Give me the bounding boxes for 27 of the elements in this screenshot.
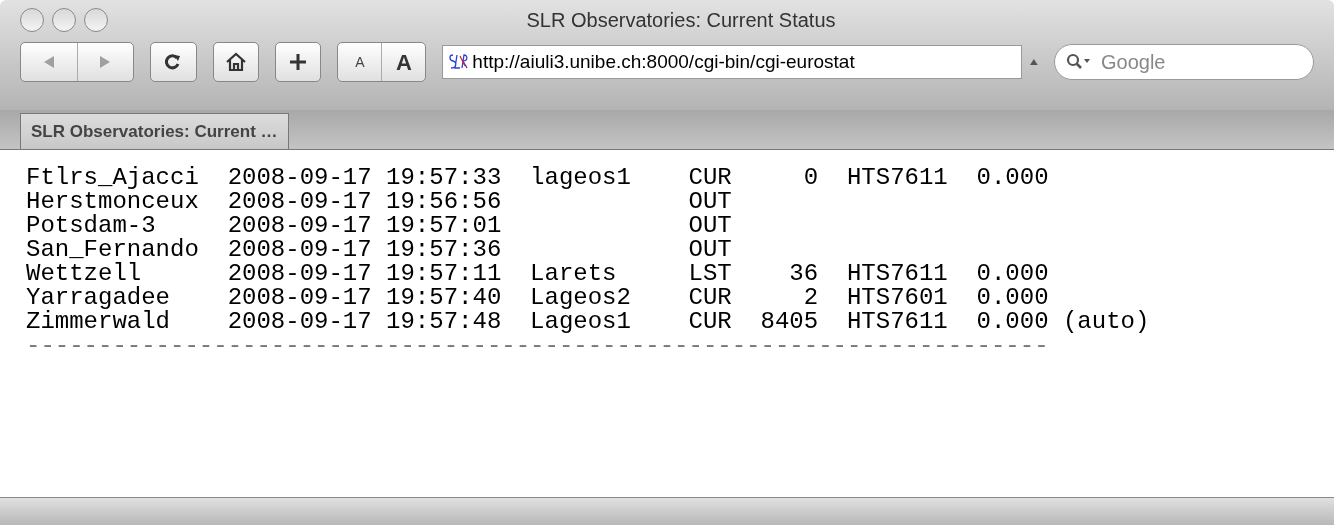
status-line: Ftlrs_Ajacci 2008-09-17 19:57:33 lageos1 CUR 0 HTS7611 0.000: [26, 166, 1049, 190]
status-line: Potsdam-3 2008-09-17 19:57:01 OUT: [26, 214, 732, 238]
text-smaller-button[interactable]: A: [338, 43, 383, 81]
status-line: Zimmerwald 2008-09-17 19:57:48 Lageos1 CUR 8405 HTS7611 0.000 (auto): [26, 310, 1150, 334]
separator-line: -----------------------------------------------------------------------: [26, 334, 1049, 358]
plus-icon: [289, 53, 308, 71]
browser-tab[interactable]: SLR Observatories: Current …: [20, 113, 289, 149]
window-title: SLR Observatories: Current Status: [526, 8, 837, 33]
search-field[interactable]: Google: [1054, 44, 1314, 80]
search-icon: [1066, 53, 1092, 71]
reload-icon: [164, 53, 183, 71]
home-icon: [224, 52, 247, 72]
zoom-button[interactable]: [84, 8, 108, 32]
dropdown-caret-icon: [1030, 59, 1038, 65]
reload-button[interactable]: [150, 42, 197, 82]
status-line: Herstmonceux 2008-09-17 19:56:56 OUT: [26, 190, 732, 214]
url-text: http://aiuli3.unibe.ch:8000/cgi-bin/cgi-eurostat: [472, 49, 855, 74]
address-field[interactable]: http://aiuli3.unibe.ch:8000/cgi-bin/cgi-eurostat: [442, 45, 1023, 79]
home-button[interactable]: [212, 42, 259, 82]
text-bigger-button[interactable]: A: [382, 43, 426, 81]
add-bookmark-button[interactable]: [274, 42, 322, 82]
status-line: San_Fernando 2008-09-17 19:57:36 OUT: [26, 238, 732, 262]
site-icon: [447, 52, 470, 72]
minimize-button[interactable]: [52, 8, 76, 32]
status-line: Wettzell 2008-09-17 19:57:11 Larets LST 36 HTS7611 0.000: [26, 262, 1049, 286]
status-line: Yarragadee 2008-09-17 19:57:40 Lageos2 CUR 2 HTS7601 0.000: [26, 286, 1049, 310]
close-button[interactable]: [20, 8, 44, 32]
